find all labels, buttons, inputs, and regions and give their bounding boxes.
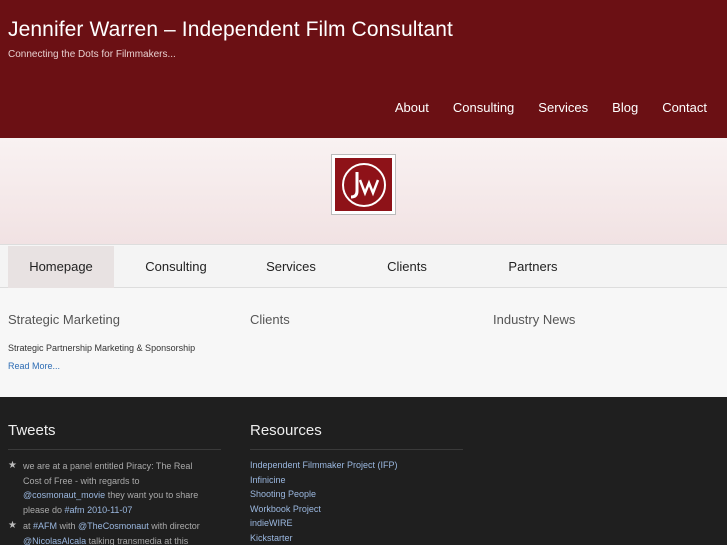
resources-title: Resources xyxy=(250,422,322,439)
main-nav: About Consulting Services Blog Contact xyxy=(371,100,707,115)
resource-link[interactable]: Kickstarter xyxy=(250,531,398,545)
resource-link[interactable]: Shooting People xyxy=(250,487,398,502)
tweet-text: at xyxy=(23,521,34,531)
logo[interactable] xyxy=(331,154,396,215)
tweet-text: they want you to share xyxy=(105,490,199,500)
tab-services[interactable]: Services xyxy=(240,246,342,288)
tweet-mention-link[interactable]: @cosmonaut_movie xyxy=(23,490,105,500)
tweet-date-link[interactable]: 2010-11-07 xyxy=(85,505,132,515)
tab-clients[interactable]: Clients xyxy=(356,246,458,288)
column-title: Strategic Marketing xyxy=(8,312,120,327)
nav-item-services[interactable]: Services xyxy=(538,100,588,115)
tweet-hashtag-link[interactable]: #afm xyxy=(65,505,85,515)
tab-consulting[interactable]: Consulting xyxy=(125,246,227,288)
read-more-link[interactable]: Read More... xyxy=(8,361,60,371)
tweet-mention-link[interactable]: @NicolasAlcala xyxy=(23,536,86,545)
logo-band xyxy=(0,138,727,245)
tab-bar: Homepage Consulting Services Clients Par… xyxy=(0,246,727,288)
tweet-mention-link[interactable]: @TheCosmonaut xyxy=(78,521,149,531)
site-footer: Tweets ★ we are at a panel entitled Pira… xyxy=(0,397,727,545)
tweet-hashtag-link[interactable]: #AFM xyxy=(33,521,57,531)
nav-item-consulting[interactable]: Consulting xyxy=(453,100,514,115)
tweet-text: Cost of Free - with regards to xyxy=(23,475,140,486)
resource-link[interactable]: Infinicine xyxy=(250,473,398,488)
tweet-text: we are at a panel entitled Piracy: The R… xyxy=(23,461,193,471)
tweet-item: ★ at #AFM with @TheCosmonaut with direct… xyxy=(8,519,223,545)
content-columns: Strategic Marketing Strategic Partnershi… xyxy=(0,288,727,397)
tweet-text: with director xyxy=(148,521,200,531)
star-icon: ★ xyxy=(8,520,17,531)
resources-list: Independent Filmmaker Project (IFP) Infi… xyxy=(250,458,398,545)
resource-link[interactable]: Workbook Project xyxy=(250,502,398,517)
tab-partners[interactable]: Partners xyxy=(482,246,584,288)
site-title[interactable]: Jennifer Warren – Independent Film Consu… xyxy=(8,18,453,42)
nav-item-blog[interactable]: Blog xyxy=(612,100,638,115)
column-strategic-marketing: Strategic Marketing Strategic Partnershi… xyxy=(8,312,195,374)
tweet-text: talking transmedia at this xyxy=(86,535,189,545)
tweet-text: with xyxy=(57,521,79,531)
site-header: Jennifer Warren – Independent Film Consu… xyxy=(0,0,727,138)
site-tagline: Connecting the Dots for Filmmakers... xyxy=(8,49,176,60)
nav-item-about[interactable]: About xyxy=(395,100,429,115)
tab-homepage[interactable]: Homepage xyxy=(8,246,114,288)
nav-item-contact[interactable]: Contact xyxy=(662,100,707,115)
star-icon: ★ xyxy=(8,460,17,471)
column-title: Industry News xyxy=(493,312,576,327)
resources-divider xyxy=(250,449,463,450)
tweets-divider xyxy=(8,449,221,450)
resource-link[interactable]: indieWIRE xyxy=(250,516,398,531)
column-title: Clients xyxy=(250,312,290,327)
tweet-item: ★ we are at a panel entitled Piracy: The… xyxy=(8,459,223,517)
column-text: Strategic Partnership Marketing & Sponso… xyxy=(8,343,196,353)
column-clients: Clients xyxy=(250,312,290,327)
tweet-text: please do xyxy=(23,504,65,515)
column-industry-news: Industry News xyxy=(493,312,575,327)
resource-link[interactable]: Independent Filmmaker Project (IFP) xyxy=(250,458,398,473)
tweets-title: Tweets xyxy=(8,422,56,439)
logo-mark xyxy=(335,158,392,211)
jw-logo-icon xyxy=(341,162,386,207)
